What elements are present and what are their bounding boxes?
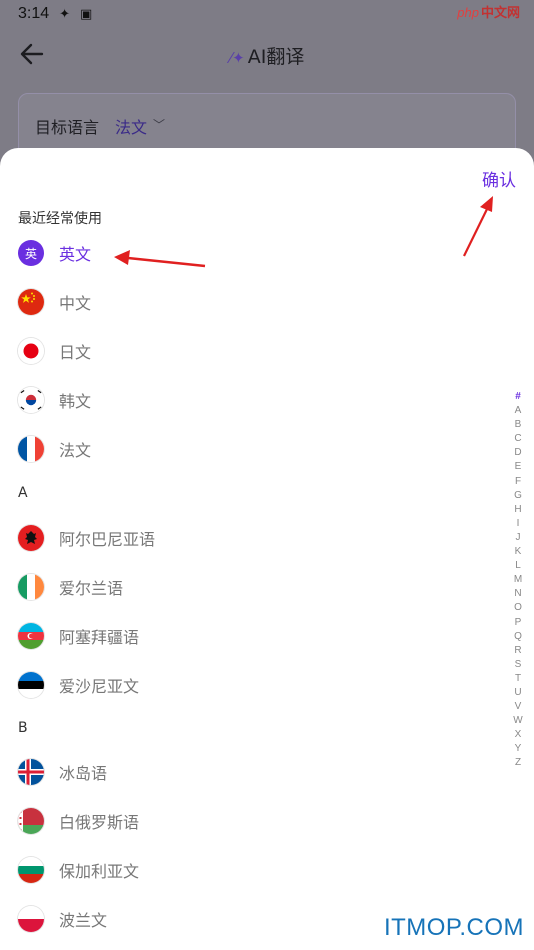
app-notification-icon: ✦ (59, 6, 71, 22)
page-title-text: AI翻译 (247, 46, 305, 68)
index-letter[interactable]: Q (514, 630, 522, 644)
target-language-value[interactable]: 法文 (115, 114, 147, 138)
index-letter[interactable]: Y (515, 742, 522, 756)
language-name: 韩文 (59, 392, 92, 411)
bulgaria-flag-icon (18, 857, 44, 883)
language-name: 英文 (59, 245, 92, 264)
index-letter[interactable]: M (514, 573, 522, 587)
index-letter[interactable]: B (515, 418, 522, 432)
index-letter[interactable]: D (514, 446, 521, 460)
index-letter[interactable]: I (517, 517, 520, 531)
azerbaijan-flag-icon (18, 623, 44, 649)
site-watermark-itmop: ITMOP.COM (383, 914, 524, 941)
index-letter[interactable]: Z (515, 756, 521, 770)
index-letter[interactable]: J (516, 531, 521, 545)
index-letter[interactable]: V (515, 700, 522, 714)
france-flag-icon (18, 436, 44, 462)
index-letter[interactable]: G (514, 489, 522, 503)
notification-a-icon: ▣ (80, 6, 93, 22)
nav-bar: ⁄✦ AI翻译 (0, 30, 534, 78)
site-watermark-cn: 中文网 (480, 5, 520, 20)
language-name: 法文 (59, 441, 92, 460)
section-a: A (18, 485, 28, 501)
index-letter[interactable]: C (514, 432, 521, 446)
language-name: 波兰文 (59, 911, 108, 930)
language-name: 爱沙尼亚文 (59, 677, 140, 696)
language-name: 阿尔巴尼亚语 (59, 530, 156, 549)
japan-flag-icon (18, 338, 44, 364)
belarus-flag-icon (18, 808, 44, 834)
language-name: 中文 (59, 294, 92, 313)
english-badge-icon: 英 (18, 240, 44, 266)
index-letter[interactable]: F (515, 475, 521, 489)
index-letter[interactable]: X (515, 728, 522, 742)
language-item-irish[interactable]: 爱尔兰语 (0, 564, 490, 610)
status-bar: 3:14 ✦ ▣ (0, 0, 534, 28)
status-time: 3:14 (18, 5, 50, 22)
language-name: 冰岛语 (59, 764, 108, 783)
language-item-icelandic[interactable]: 冰岛语 (0, 749, 490, 795)
language-name: 日文 (59, 343, 92, 362)
language-name: 爱尔兰语 (59, 579, 124, 598)
language-item-belarusian[interactable]: 白俄罗斯语 (0, 798, 490, 844)
index-letter[interactable]: K (515, 545, 522, 559)
index-letter[interactable]: T (515, 672, 521, 686)
ireland-flag-icon (18, 574, 44, 600)
language-item-estonian[interactable]: 爱沙尼亚文 (0, 662, 490, 708)
korea-flag-icon (18, 387, 44, 413)
section-b: B (18, 720, 28, 736)
language-item-english[interactable]: 英 英文 (0, 230, 490, 276)
site-watermark-text: php (457, 5, 479, 20)
albania-flag-icon (18, 525, 44, 551)
poland-flag-icon (18, 906, 44, 932)
language-item-japanese[interactable]: 日文 (0, 328, 490, 374)
background-page: 3:14 ✦ ▣ php 中文网 ⁄✦ AI翻译 目标语言 法文 ﹀ (0, 0, 534, 183)
index-letter[interactable]: R (514, 644, 521, 658)
chevron-down-icon: ﹀ (153, 118, 166, 132)
page-title: ⁄✦ AI翻译 (0, 42, 534, 69)
language-name: 阿塞拜疆语 (59, 628, 140, 647)
confirm-button[interactable]: 确认 (482, 166, 516, 191)
index-letter[interactable]: N (514, 587, 521, 601)
language-name: 白俄罗斯语 (59, 813, 140, 832)
estonia-flag-icon (18, 672, 44, 698)
site-watermark: php 中文网 (457, 2, 520, 21)
index-letter[interactable]: W (513, 714, 522, 728)
language-picker-sheet: 确认 最近经常使用 英 英文 中文 日文 韩文 法文 A 阿尔巴尼亚语 爱尔兰语… (0, 148, 534, 950)
china-flag-icon (18, 289, 44, 315)
iceland-flag-icon (18, 759, 44, 785)
target-language-label: 目标语言 (35, 118, 100, 137)
section-recent: 最近经常使用 (18, 211, 102, 227)
index-letter[interactable]: S (515, 658, 522, 672)
alphabet-index-bar[interactable]: # A B C D E F G H I J K L M N O P Q R S T U V W X Y Z (510, 390, 526, 771)
language-item-french[interactable]: 法文 (0, 426, 490, 472)
index-letter[interactable]: P (515, 616, 522, 630)
language-item-chinese[interactable]: 中文 (0, 279, 490, 325)
index-letter[interactable]: L (515, 559, 521, 573)
index-letter[interactable]: O (514, 601, 522, 615)
index-letter[interactable]: H (514, 503, 521, 517)
language-item-albanian[interactable]: 阿尔巴尼亚语 (0, 515, 490, 561)
index-letter[interactable]: U (514, 686, 521, 700)
language-item-azerbaijani[interactable]: 阿塞拜疆语 (0, 613, 490, 659)
magic-wand-icon: ⁄✦ (229, 49, 245, 67)
index-letter[interactable]: E (515, 460, 522, 474)
language-item-bulgarian[interactable]: 保加利亚文 (0, 847, 490, 893)
index-letter[interactable]: A (515, 404, 522, 418)
index-letter[interactable]: # (515, 390, 521, 404)
language-item-korean[interactable]: 韩文 (0, 377, 490, 423)
language-name: 保加利亚文 (59, 862, 140, 881)
